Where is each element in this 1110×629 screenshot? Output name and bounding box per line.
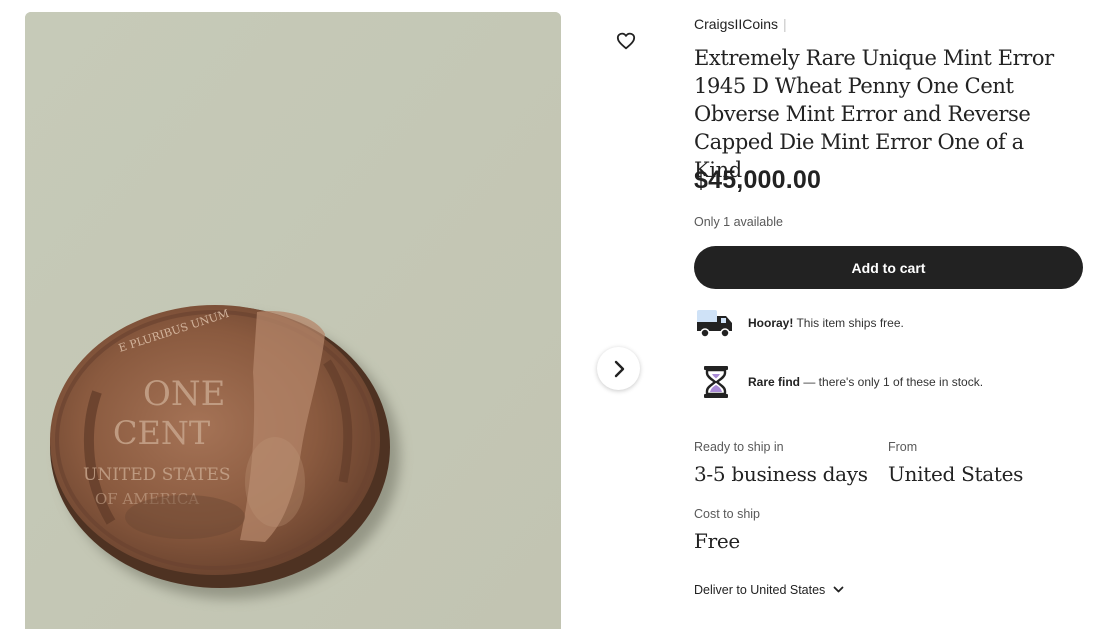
next-image-button[interactable] [597, 347, 640, 390]
heart-icon [616, 32, 636, 50]
chevron-down-icon[interactable] [833, 586, 844, 594]
coin-photo-image: E PLURIBUS UNUM ONE CENT UNITED STATES O… [25, 12, 561, 629]
add-to-cart-button[interactable]: Add to cart [694, 246, 1083, 289]
chevron-right-icon [614, 360, 624, 377]
ready-to-ship-label: Ready to ship in [694, 440, 784, 454]
ready-to-ship-value: 3-5 business days [694, 462, 868, 486]
perk-bold-rare: Rare find [748, 375, 801, 389]
availability-text: Only 1 available [694, 215, 783, 229]
hourglass-icon [694, 363, 736, 401]
delivery-truck-icon [694, 304, 736, 342]
product-photo[interactable]: E PLURIBUS UNUM ONE CENT UNITED STATES O… [25, 12, 561, 629]
listing-title: Extremely Rare Unique Mint Error 1945 D … [694, 46, 1054, 182]
cost-to-ship-label: Cost to ship [694, 507, 761, 521]
ships-from-label: From [888, 440, 918, 454]
coin-text-one: ONE [143, 374, 225, 414]
coin-text-cent: CENT [113, 414, 211, 452]
perk-text-shipping: This item ships free. [793, 316, 904, 330]
rare-find-perk: Rare find — there's only 1 of these in s… [694, 362, 1094, 402]
shop-name-link[interactable]: CraigsIICoins | [694, 16, 787, 32]
favorite-button[interactable] [611, 27, 641, 55]
coin-text-usa: UNITED STATES [83, 465, 231, 485]
shop-name[interactable]: CraigsIICoins [694, 16, 778, 32]
listing-price: $45,000.00 [694, 166, 822, 194]
perk-bold-shipping: Hooray! [748, 316, 794, 330]
shop-divider: | [783, 16, 787, 32]
cost-to-ship-value: Free [694, 529, 740, 553]
perk-text-rare: — there's only 1 of these in stock. [800, 375, 984, 389]
ships-from-value: United States [888, 462, 1024, 486]
free-shipping-perk: Hooray! This item ships free. [694, 303, 1094, 343]
listing-page: E PLURIBUS UNUM ONE CENT UNITED STATES O… [0, 0, 1110, 629]
deliver-to-dropdown[interactable]: Deliver to United States [694, 583, 844, 597]
deliver-to-label[interactable]: Deliver to United States [694, 583, 825, 597]
